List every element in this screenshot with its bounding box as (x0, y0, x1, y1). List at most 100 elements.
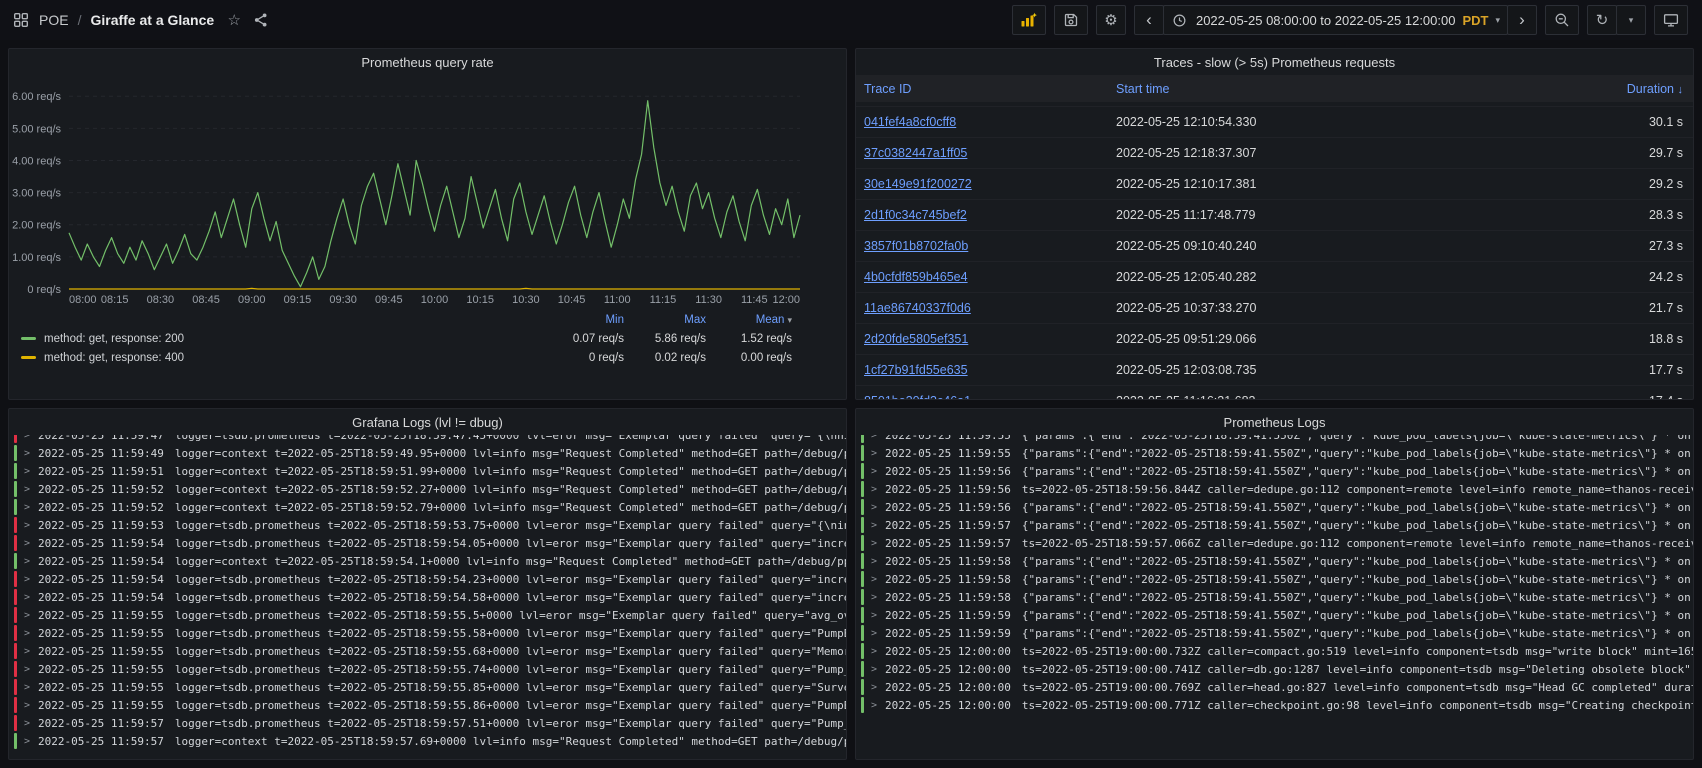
trace-id-link[interactable]: 2d1f0c34c745bef2 (864, 208, 1116, 222)
log-row[interactable]: >2022-05-25 11:59:56ts=2022-05-25T18:59:… (861, 480, 1693, 498)
expand-log-icon[interactable]: > (24, 700, 30, 711)
expand-log-icon[interactable]: > (871, 466, 877, 477)
trace-id-link[interactable]: 041fef4a8cf0cff8 (864, 115, 1116, 129)
expand-log-icon[interactable]: > (24, 435, 30, 441)
expand-log-icon[interactable]: > (871, 520, 877, 531)
breadcrumb-folder[interactable]: POE (39, 12, 69, 28)
expand-log-icon[interactable]: > (24, 484, 30, 495)
log-row[interactable]: >2022-05-25 11:59:58{"params":{"end":"20… (861, 588, 1693, 606)
log-row[interactable]: >2022-05-25 11:59:57{"params":{"end":"20… (861, 516, 1693, 534)
expand-log-icon[interactable]: > (24, 628, 30, 639)
log-row[interactable]: >2022-05-25 11:59:55logger=tsdb.promethe… (14, 642, 846, 660)
time-shift-forward-button[interactable]: › (1507, 5, 1537, 35)
legend-col-mean[interactable]: Mean ▾ (706, 314, 792, 326)
dashboard-settings-button[interactable]: ⚙ (1096, 5, 1126, 35)
panel-title[interactable]: Traces - slow (> 5s) Prometheus requests (1154, 55, 1395, 70)
expand-log-icon[interactable]: > (871, 556, 877, 567)
expand-log-icon[interactable]: > (24, 736, 30, 747)
log-row[interactable]: >2022-05-25 12:00:00ts=2022-05-25T19:00:… (861, 660, 1693, 678)
log-row[interactable]: >2022-05-25 11:59:54logger=context t=202… (14, 552, 846, 570)
expand-log-icon[interactable]: > (24, 448, 30, 459)
expand-log-icon[interactable]: > (871, 664, 877, 675)
log-row[interactable]: >2022-05-25 11:59:54logger=tsdb.promethe… (14, 534, 846, 552)
zoom-out-button[interactable] (1545, 5, 1579, 35)
log-row[interactable]: >2022-05-25 11:59:54logger=tsdb.promethe… (14, 588, 846, 606)
column-header-trace-id[interactable]: Trace ID (864, 82, 1116, 96)
expand-log-icon[interactable]: > (24, 592, 30, 603)
log-row[interactable]: >2022-05-25 12:00:00ts=2022-05-25T19:00:… (861, 642, 1693, 660)
expand-log-icon[interactable]: > (871, 610, 877, 621)
trace-id-link[interactable]: 3857f01b8702fa0b (864, 239, 1116, 253)
expand-log-icon[interactable]: > (871, 538, 877, 549)
log-row[interactable]: >2022-05-25 11:59:55{"params":{"end":"20… (861, 435, 1693, 444)
panel-title[interactable]: Grafana Logs (lvl != dbug) (352, 415, 503, 430)
panel-title[interactable]: Prometheus query rate (361, 55, 493, 70)
legend-col-max[interactable]: Max (624, 314, 706, 326)
expand-log-icon[interactable]: > (24, 502, 30, 513)
trace-id-link[interactable]: 4b0cfdf859b465e4 (864, 270, 1116, 284)
log-row[interactable]: >2022-05-25 11:59:57logger=context t=202… (14, 732, 846, 750)
expand-log-icon[interactable]: > (24, 520, 30, 531)
expand-log-icon[interactable]: > (24, 682, 30, 693)
expand-log-icon[interactable]: > (24, 646, 30, 657)
expand-log-icon[interactable]: > (871, 592, 877, 603)
log-row[interactable]: >2022-05-25 11:59:55logger=tsdb.promethe… (14, 606, 846, 624)
log-row[interactable]: >2022-05-25 11:59:55logger=tsdb.promethe… (14, 660, 846, 678)
expand-log-icon[interactable]: > (24, 538, 30, 549)
log-row[interactable]: >2022-05-25 11:59:59{"params":{"end":"20… (861, 624, 1693, 642)
expand-log-icon[interactable]: > (24, 556, 30, 567)
log-row[interactable]: >2022-05-25 11:59:55logger=tsdb.promethe… (14, 678, 846, 696)
log-row[interactable]: >2022-05-25 11:59:55logger=tsdb.promethe… (14, 624, 846, 642)
expand-log-icon[interactable]: > (871, 646, 877, 657)
refresh-button[interactable]: ↻ (1587, 5, 1617, 35)
log-row[interactable]: >2022-05-25 11:59:49logger=context t=202… (14, 444, 846, 462)
log-row[interactable]: >2022-05-25 11:59:53logger=tsdb.promethe… (14, 516, 846, 534)
time-shift-back-button[interactable]: ‹ (1134, 5, 1164, 35)
log-row[interactable]: >2022-05-25 11:59:47logger=tsdb.promethe… (14, 435, 846, 444)
log-row[interactable]: >2022-05-25 11:59:56{"params":{"end":"20… (861, 498, 1693, 516)
log-row[interactable]: >2022-05-25 11:59:55logger=tsdb.promethe… (14, 696, 846, 714)
log-row[interactable]: >2022-05-25 11:59:59{"params":{"end":"20… (861, 606, 1693, 624)
trace-id-link[interactable]: 8501be30fd3c46a1 (864, 394, 1116, 399)
log-row[interactable]: >2022-05-25 11:59:52logger=context t=202… (14, 480, 846, 498)
log-row[interactable]: >2022-05-25 11:59:56{"params":{"end":"20… (861, 462, 1693, 480)
expand-log-icon[interactable]: > (871, 628, 877, 639)
kiosk-mode-button[interactable] (1654, 5, 1688, 35)
expand-log-icon[interactable]: > (24, 574, 30, 585)
trace-id-link[interactable]: 30e149e91f200272 (864, 177, 1116, 191)
query-rate-chart[interactable]: 0 req/s1.00 req/s2.00 req/s3.00 req/s4.0… (9, 75, 846, 307)
expand-log-icon[interactable]: > (24, 610, 30, 621)
column-header-start-time[interactable]: Start time (1116, 82, 1573, 96)
log-row[interactable]: >2022-05-25 12:00:00ts=2022-05-25T19:00:… (861, 678, 1693, 696)
legend-col-min[interactable]: Min (542, 314, 624, 326)
log-row[interactable]: >2022-05-25 12:00:00ts=2022-05-25T19:00:… (861, 696, 1693, 714)
save-dashboard-button[interactable] (1054, 5, 1088, 35)
expand-log-icon[interactable]: > (871, 448, 877, 459)
expand-log-icon[interactable]: > (871, 502, 877, 513)
star-icon[interactable]: ☆ (225, 11, 243, 29)
column-header-duration[interactable]: Duration ↓ (1573, 82, 1683, 96)
log-row[interactable]: >2022-05-25 11:59:55{"params":{"end":"20… (861, 444, 1693, 462)
expand-log-icon[interactable]: > (24, 664, 30, 675)
panel-title[interactable]: Prometheus Logs (1224, 415, 1326, 430)
log-row[interactable]: >2022-05-25 11:59:58{"params":{"end":"20… (861, 552, 1693, 570)
trace-id-link[interactable]: 37c0382447a1ff05 (864, 146, 1116, 160)
share-icon[interactable] (252, 11, 270, 29)
trace-id-link[interactable]: 11ae86740337f0d6 (864, 301, 1116, 315)
log-row[interactable]: >2022-05-25 11:59:51logger=context t=202… (14, 462, 846, 480)
log-row[interactable]: >2022-05-25 11:59:52logger=context t=202… (14, 498, 846, 516)
expand-log-icon[interactable]: > (871, 435, 877, 441)
expand-log-icon[interactable]: > (871, 682, 877, 693)
log-row[interactable]: >2022-05-25 11:59:57ts=2022-05-25T18:59:… (861, 534, 1693, 552)
legend-series-toggle[interactable]: method: get, response: 400 (21, 352, 542, 364)
expand-log-icon[interactable]: > (871, 574, 877, 585)
expand-log-icon[interactable]: > (24, 466, 30, 477)
log-row[interactable]: >2022-05-25 11:59:58{"params":{"end":"20… (861, 570, 1693, 588)
trace-id-link[interactable]: 1cf27b91fd55e635 (864, 363, 1116, 377)
apps-grid-icon[interactable] (12, 11, 30, 29)
time-range-picker[interactable]: 2022-05-25 08:00:00 to 2022-05-25 12:00:… (1163, 5, 1508, 35)
trace-id-link[interactable]: 2d20fde5805ef351 (864, 332, 1116, 346)
expand-log-icon[interactable]: > (871, 700, 877, 711)
refresh-interval-dropdown[interactable]: ▾ (1616, 5, 1646, 35)
log-row[interactable]: >2022-05-25 11:59:54logger=tsdb.promethe… (14, 570, 846, 588)
